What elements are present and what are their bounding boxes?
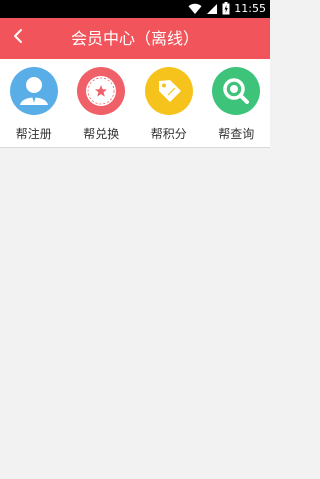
chevron-left-icon bbox=[12, 28, 24, 48]
app-bar: 会员中心（离线） bbox=[0, 18, 270, 59]
page-title: 会员中心（离线） bbox=[70, 29, 199, 48]
status-time: 11:55 bbox=[234, 2, 266, 15]
help-points-button[interactable]: 帮积分 bbox=[135, 59, 203, 147]
status-bar: 11:55 bbox=[0, 0, 270, 18]
status-icons: 11:55 bbox=[188, 0, 266, 19]
search-icon bbox=[212, 67, 261, 115]
help-query-button[interactable]: 帮查询 bbox=[203, 59, 271, 147]
user-icon bbox=[9, 67, 58, 115]
signal-icon bbox=[206, 0, 218, 19]
help-redeem-label: 帮兑换 bbox=[83, 127, 120, 141]
action-grid: 帮注册 帮兑换 帮积分 帮查询 bbox=[0, 59, 270, 147]
content-area bbox=[0, 148, 270, 479]
help-register-label: 帮注册 bbox=[15, 127, 52, 141]
battery-icon bbox=[222, 0, 230, 19]
back-button[interactable] bbox=[6, 26, 30, 50]
help-query-label: 帮查询 bbox=[218, 127, 255, 141]
help-points-label: 帮积分 bbox=[150, 127, 187, 141]
help-register-button[interactable]: 帮注册 bbox=[0, 59, 68, 147]
star-badge-icon bbox=[77, 67, 126, 115]
help-redeem-button[interactable]: 帮兑换 bbox=[68, 59, 136, 147]
tag-icon bbox=[144, 67, 193, 115]
wifi-icon bbox=[188, 0, 202, 19]
